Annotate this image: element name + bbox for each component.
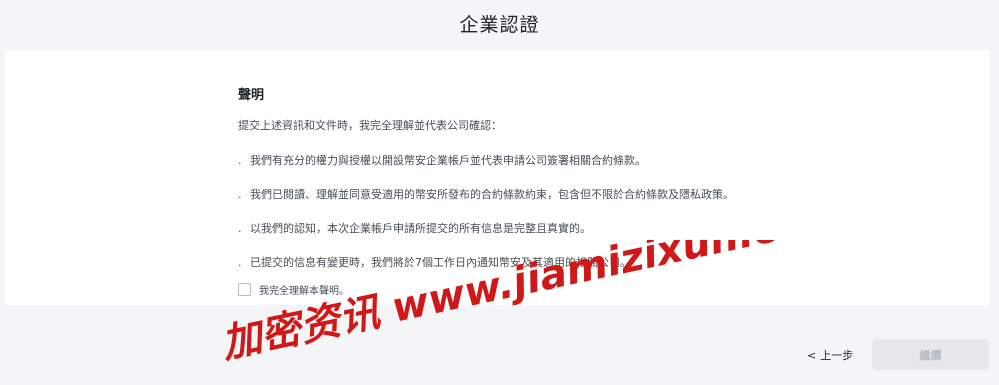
declaration-card: 聲明 提交上述資訊和文件時，我完全理解並代表公司確認： . 我們有充分的權力與授… (5, 50, 990, 305)
kyb-declaration-page: 企業認證 聲明 提交上述資訊和文件時，我完全理解並代表公司確認： . 我們有充分… (0, 0, 999, 385)
clause-bullet: . (238, 222, 242, 235)
agree-checkbox[interactable] (238, 283, 251, 296)
declaration-clause: . 已提交的信息有變更時，我們將於7個工作日內通知幣安及其適用的相關公司。 (238, 254, 798, 270)
declaration-heading: 聲明 (238, 88, 265, 103)
clause-text: 我們已閱讀、理解並同意受適用的幣安所發布的合約條款約束，包含但不限於合約條款及隱… (250, 188, 734, 201)
agree-label: 我完全理解本聲明。 (259, 286, 349, 297)
chevron-left-icon: < (807, 348, 817, 362)
declaration-clause: . 以我們的認知，本次企業帳戶申請所提交的所有信息是完整且真實的。 (238, 220, 798, 236)
clause-text: 已提交的信息有變更時，我們將於7個工作日內通知幣安及其適用的相關公司。 (250, 256, 631, 269)
clause-text: 我們有充分的權力與授權以開設幣安企業帳戶並代表申請公司簽署相關合約條款。 (250, 154, 646, 167)
declaration-clause: . 我們已閱讀、理解並同意受適用的幣安所發布的合約條款約束，包含但不限於合約條款… (238, 186, 798, 202)
clause-bullet: . (238, 256, 242, 269)
continue-button[interactable]: 繼續 (872, 339, 989, 370)
declaration-content: 聲明 提交上述資訊和文件時，我完全理解並代表公司確認： . 我們有充分的權力與授… (238, 84, 798, 297)
declaration-intro: 提交上述資訊和文件時，我完全理解並代表公司確認： (238, 119, 502, 132)
agree-checkbox-row[interactable]: 我完全理解本聲明。 (238, 282, 798, 297)
back-button[interactable]: < 上一步 (807, 347, 853, 363)
page-title: 企業認證 (459, 14, 540, 36)
clause-bullet: . (238, 154, 242, 167)
clause-text: 以我們的認知，本次企業帳戶申請所提交的所有信息是完整且真實的。 (250, 222, 591, 235)
declaration-clause: . 我們有充分的權力與授權以開設幣安企業帳戶並代表申請公司簽署相關合約條款。 (238, 152, 798, 168)
back-label: 上一步 (820, 349, 854, 362)
clause-bullet: . (238, 188, 242, 201)
